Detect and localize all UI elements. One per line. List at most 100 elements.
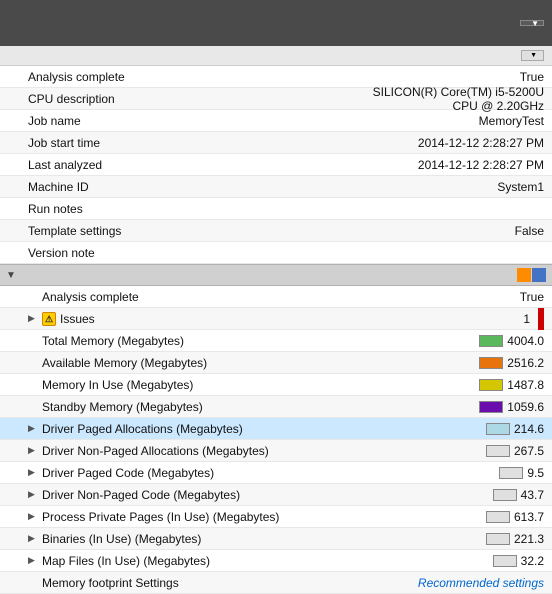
memory-label-text: Analysis complete bbox=[42, 290, 139, 304]
run-info-row-label: Template settings bbox=[0, 224, 352, 238]
memory-label-text: Driver Paged Allocations (Megabytes) bbox=[42, 422, 243, 436]
warning-icon: ⚠ bbox=[42, 312, 56, 326]
memory-row-value: 1059.6 bbox=[352, 400, 552, 414]
memory-value-text: 4004.0 bbox=[507, 334, 544, 348]
memory-row-value: 32.2 bbox=[352, 554, 552, 568]
run-info-row: Template settingsFalse bbox=[0, 220, 552, 242]
run-info-row-value: 2014-12-12 2:28:27 PM bbox=[352, 136, 552, 150]
memory-row: ▶Map Files (In Use) (Megabytes) 32.2 bbox=[0, 550, 552, 572]
memory-label-text: Issues bbox=[60, 312, 95, 326]
memory-value-text: 1487.8 bbox=[507, 378, 544, 392]
memory-label-text: Total Memory (Megabytes) bbox=[42, 334, 184, 348]
color-swatch bbox=[486, 533, 510, 545]
memory-row: ▶ ⚠ Issues 1 bbox=[0, 308, 552, 330]
expand-triangle-icon[interactable]: ▶ bbox=[28, 511, 38, 522]
run-info-row-label: CPU description bbox=[0, 92, 352, 106]
memory-row-value: 267.5 bbox=[352, 444, 552, 458]
memory-row: ▶Driver Non-Paged Allocations (Megabytes… bbox=[0, 440, 552, 462]
run-info-row-value: MemoryTest bbox=[352, 114, 552, 128]
memory-row: Memory footprint SettingsRecommended set… bbox=[0, 572, 552, 594]
memory-row-label: ▶ Driver Non-Paged Code (Megabytes) bbox=[0, 488, 352, 502]
expand-triangle-icon[interactable]: ▶ bbox=[28, 313, 38, 324]
memory-label-text: Standby Memory (Megabytes) bbox=[42, 400, 203, 414]
run-info-row: CPU descriptionSILICON(R) Core(TM) i5-52… bbox=[0, 88, 552, 110]
memory-footprint-rows: Analysis complete True ▶ ⚠ Issues 1 Total Memo… bbox=[0, 286, 552, 594]
memory-row-label: ▶Driver Paged Code (Megabytes) bbox=[0, 466, 352, 480]
col-header-right bbox=[352, 50, 552, 61]
run-info-row-label: Job name bbox=[0, 114, 352, 128]
color-swatch bbox=[493, 489, 517, 501]
memory-row: ▶ Driver Non-Paged Code (Megabytes) 43.7 bbox=[0, 484, 552, 506]
run-info-section: Analysis completeTrueCPU descriptionSILI… bbox=[0, 46, 552, 264]
memory-row-value: 9.5 bbox=[352, 466, 552, 480]
select-rows-button[interactable] bbox=[521, 50, 544, 61]
color-swatch bbox=[479, 379, 503, 391]
memory-row-label: ▶ Binaries (In Use) (Megabytes) bbox=[0, 532, 352, 546]
run-info-rows: Analysis completeTrueCPU descriptionSILI… bbox=[0, 66, 552, 264]
memory-value-text: 32.2 bbox=[521, 554, 544, 568]
memory-row-label: ▶ Process Private Pages (In Use) (Megabyt… bbox=[0, 510, 352, 524]
run-info-row: Version note bbox=[0, 242, 552, 264]
memory-color-orange bbox=[517, 268, 531, 282]
memory-row-value: 2516.2 bbox=[352, 356, 552, 370]
expand-triangle-icon[interactable]: ▶ bbox=[28, 489, 38, 500]
memory-row: ▶ Process Private Pages (In Use) (Megabyt… bbox=[0, 506, 552, 528]
expand-triangle-icon[interactable]: ▶ bbox=[28, 467, 38, 478]
issues-accent-bar bbox=[538, 308, 544, 330]
run-info-row-value: False bbox=[352, 224, 552, 238]
expand-triangle-icon[interactable]: ▶ bbox=[28, 555, 38, 566]
memory-value-text: 43.7 bbox=[521, 488, 544, 502]
color-swatch bbox=[486, 423, 510, 435]
memory-row-label: Total Memory (Megabytes) bbox=[0, 334, 352, 348]
memory-row: Analysis complete True bbox=[0, 286, 552, 308]
color-swatch bbox=[479, 401, 503, 413]
run-info-header-row bbox=[0, 46, 552, 66]
run-info-row: Last analyzed2014-12-12 2:28:27 PM bbox=[0, 154, 552, 176]
run-info-row-value: SILICON(R) Core(TM) i5-5200U CPU @ 2.20G… bbox=[352, 85, 552, 113]
color-swatch bbox=[479, 335, 503, 347]
memory-footprint-header: ▼ bbox=[0, 264, 552, 286]
memory-value-text: 214.6 bbox=[514, 422, 544, 436]
memory-label-text: Binaries (In Use) (Megabytes) bbox=[42, 532, 201, 546]
color-swatch bbox=[499, 467, 523, 479]
run-info-row-label: Run notes bbox=[0, 202, 352, 216]
run-info-row: Run notes bbox=[0, 198, 552, 220]
memory-label-text: Driver Non-Paged Code (Megabytes) bbox=[42, 488, 240, 502]
memory-value-text: 1059.6 bbox=[507, 400, 544, 414]
run-info-row-label: Version note bbox=[0, 246, 352, 260]
run-info-row-value: System1 bbox=[352, 180, 552, 194]
run-info-row-value: True bbox=[352, 70, 552, 84]
expand-triangle-icon[interactable]: ▶ bbox=[28, 533, 38, 544]
system-dropdown[interactable] bbox=[520, 20, 544, 26]
memory-value-text: 267.5 bbox=[514, 444, 544, 458]
run-info-row-label: Machine ID bbox=[0, 180, 352, 194]
memory-row-label: Available Memory (Megabytes) bbox=[0, 356, 352, 370]
run-info-row-label: Analysis complete bbox=[0, 70, 352, 84]
memory-row-value: True bbox=[352, 290, 552, 304]
memory-row-value: 1 bbox=[352, 308, 552, 330]
expand-triangle-icon[interactable]: ▶ bbox=[28, 423, 38, 434]
memory-row: ▶ Binaries (In Use) (Megabytes) 221.3 bbox=[0, 528, 552, 550]
color-swatch bbox=[479, 357, 503, 369]
memory-row-value: 214.6 bbox=[352, 422, 552, 436]
memory-color-swatches bbox=[517, 268, 546, 282]
memory-footprint-section: ▼ Analysis complete True ▶ ⚠ Issues 1 Total Me… bbox=[0, 264, 552, 594]
memory-row-value: 613.7 bbox=[352, 510, 552, 524]
memory-value-text: 613.7 bbox=[514, 510, 544, 524]
memory-row-value: 221.3 bbox=[352, 532, 552, 546]
memory-section-left: ▼ bbox=[6, 270, 517, 281]
memory-row-label: ▶Driver Non-Paged Allocations (Megabytes… bbox=[0, 444, 352, 458]
run-info-row-value: 2014-12-12 2:28:27 PM bbox=[352, 158, 552, 172]
memory-expand-icon[interactable]: ▼ bbox=[6, 270, 16, 281]
memory-row-label: Standby Memory (Megabytes) bbox=[0, 400, 352, 414]
memory-row-value: 1487.8 bbox=[352, 378, 552, 392]
run-info-row: Job nameMemoryTest bbox=[0, 110, 552, 132]
memory-row-label: ▶Map Files (In Use) (Megabytes) bbox=[0, 554, 352, 568]
run-info-row: Job start time2014-12-12 2:28:27 PM bbox=[0, 132, 552, 154]
memory-label-text: Process Private Pages (In Use) (Megabyte… bbox=[42, 510, 279, 524]
memory-row: ▶ Driver Paged Allocations (Megabytes) 214… bbox=[0, 418, 552, 440]
memory-value-text: 221.3 bbox=[514, 532, 544, 546]
expand-triangle-icon[interactable]: ▶ bbox=[28, 445, 38, 456]
memory-row: ▶Driver Paged Code (Megabytes)9.5 bbox=[0, 462, 552, 484]
memory-row-label: Analysis complete bbox=[0, 290, 352, 304]
